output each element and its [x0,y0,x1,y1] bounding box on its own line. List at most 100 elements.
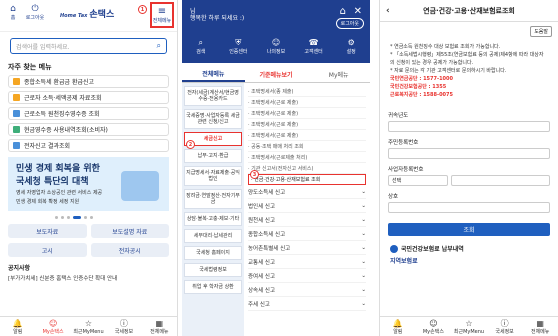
logout-button[interactable]: 로그아웃 [335,18,364,29]
menu-tabs: 전체메뉴 기준메뉴보기 My메뉴 [182,67,370,83]
submenu-item[interactable]: · 조택명세서(근로 제출) [248,108,366,119]
back-arrow-icon[interactable]: ‹ [386,6,390,16]
monitor-icon [13,142,20,149]
gear-icon: ⚙ [347,38,355,47]
submenu-group[interactable]: 상속세 신고 ⌄ [248,283,366,297]
quick-myinfo[interactable]: ☺ 나의정보 [257,38,295,55]
menu-category-list: 전자(세금)계산서/현금영수증·전용카드 국세증명·사업자등록 세금관련 신청/… [182,83,244,336]
person-icon: ☺ [429,319,438,328]
submenu-item[interactable]: · 조택명세서(근로 제출) [248,97,366,108]
nav-recent[interactable]: ☆ 최근MyMenu [451,317,487,336]
year-select[interactable] [388,121,550,132]
promo-banner[interactable]: 민생 경제 회복을 위한 국세청 특단의 대책 영세 자영업자 소상공인 관련 … [8,157,169,211]
faq-title: 자주 찾는 메뉴 [8,63,52,71]
submenu-group[interactable]: 법인세 신고 ⌄ [248,199,366,213]
quick-support[interactable]: ☎ 고객센터 [295,38,333,55]
category-item[interactable]: 상담·불복·고충·제보·기타 [184,212,242,226]
query-form: 귀속년도 주민등록번호 사업자등록번호 선택 상호 [380,101,558,217]
nav-my[interactable]: ☺ My손택스 [416,317,452,336]
receipt-icon [13,126,20,133]
faq-item[interactable]: 근로자 소득·세액공제 자료조회 [8,91,169,104]
chevron-down-icon: ⌄ [361,286,366,293]
submenu-item[interactable]: · 조택명세서(근로제출 처리) [248,152,366,163]
tab-my-menu[interactable]: My메뉴 [307,67,370,82]
nav-recent[interactable]: ☆ 최근MyMenu [71,317,106,336]
hometax-logo: Home Tax 손택스 [60,10,115,20]
faq-item[interactable]: 종합소득세 환급금 환급신고 [8,75,169,88]
submenu-group[interactable]: 주세 신고 ⌄ [248,297,366,311]
submenu-item-insurance-query[interactable]: · 연금·건강·고용·산재보험료 조회 [248,174,366,185]
category-item[interactable]: 장려금·연말정산·전자기부금 [184,189,242,209]
help-button[interactable]: 도움말 [530,26,552,37]
close-icon[interactable]: ✕ [354,6,362,17]
submenu-group[interactable]: 원천세 신고 ⌄ [248,213,366,227]
logout-button[interactable]: ⏻ 로그아웃 [24,4,46,21]
category-item[interactable]: 취업 후 학자금 상환 [184,280,242,294]
category-item[interactable]: 국세증명·사업자등록 세금관련 신청/신고 [184,109,242,129]
biz-number-field[interactable] [451,175,550,186]
nav-alarm[interactable]: 🔔 알림 [380,317,416,336]
submenu-group[interactable]: 증여세 신고 ⌄ [248,269,366,283]
faq-item[interactable]: 근로소득 원천징수영수증 조회 [8,107,169,120]
tab-basic-menu[interactable]: 기준메뉴보기 [245,67,308,82]
category-item[interactable]: 국세청 홈페이지 [184,246,242,260]
chevron-down-icon: ⌄ [361,300,366,307]
faq-item[interactable]: 전자신고 결과조회 [8,139,169,152]
submenu-item[interactable]: · 조택명세서(근로 제출) [248,119,366,130]
rrn-field[interactable] [388,148,550,159]
quick-settings[interactable]: ⚙ 설정 [332,38,370,55]
quick-cert[interactable]: ⛨ 인증센터 [220,38,258,55]
search-icon[interactable]: ⌕ [157,41,161,51]
submenu-item[interactable]: · 조택명세서(근로 제출) [248,130,366,141]
search-input[interactable]: 검색어를 입력하세요. ⌕ [10,38,167,54]
nav-my[interactable]: ☺ My손택스 [35,317,70,336]
step-marker-3: 3 [250,170,259,179]
bell-icon: 🔔 [12,319,23,328]
grid-icon: ▦ [155,319,164,328]
notice-button[interactable]: 고시 [8,243,87,257]
nav-alarm[interactable]: 🔔 알림 [0,317,35,336]
nav-allmenu[interactable]: ▦ 전체메뉴 [522,317,558,336]
power-icon: ⏻ [31,4,39,14]
nav-info[interactable]: ⓘ 국세정보 [106,317,141,336]
home-icon[interactable]: ⌂ [340,6,346,17]
company-label: 상호 [388,194,399,200]
submenu-group[interactable]: 양도소득세 신고 ⌄ [248,185,366,199]
quick-search[interactable]: ⌕ 검색 [182,38,220,55]
category-item[interactable]: 지급명세서·자료제출·공익법인 [184,166,242,186]
category-item[interactable]: 납부·고지·환급 [184,149,242,163]
submenu-group[interactable]: 종합소득세 신고 ⌄ [248,227,366,241]
submenu-item[interactable]: · 공동·조택 매매 처리 조회 [248,141,366,152]
chevron-down-icon: ⌄ [361,216,366,223]
bottom-nav: 🔔 알림 ☺ My손택스 ☆ 최근MyMenu ⓘ 국세정보 ▦ 전체메뉴 [0,316,177,336]
submenu-item[interactable]: · 기관 신고서(전자신고 서비스) [248,163,366,174]
biz-select[interactable]: 선택 [388,175,448,186]
notice-item[interactable]: [부가가치세] 신분증 홈택스 인증수단 확대 안내 [8,274,169,282]
category-item[interactable]: 세무대리·납세관리 [184,229,242,243]
query-button[interactable]: 조회 [388,223,550,236]
press-release-button[interactable]: 보도자료 [8,224,87,238]
home-button[interactable]: ⌂ 홈 [2,4,24,21]
nav-allmenu[interactable]: ▦ 전체메뉴 [142,317,177,336]
nav-info[interactable]: ⓘ 국세정보 [487,317,523,336]
chevron-down-icon: ⌄ [361,258,366,265]
chevron-down-icon: ⌄ [361,244,366,251]
submenu-item[interactable]: · 조택명세서(종 제출) [248,86,366,97]
faq-item[interactable]: 현금영수증 사용내역조회(소비자) [8,123,169,136]
submenu-group[interactable]: 농어촌특별세 신고 ⌄ [248,241,366,255]
hamburger-icon: ≡ [157,6,167,17]
disclosure-button[interactable]: 전자공시 [90,243,169,257]
submenu-list: · 조택명세서(종 제출) · 조택명세서(근로 제출) · 조택명세서(근로 … [244,83,370,336]
home-header: ⌂ 홈 ⏻ 로그아웃 Home Tax 손택스 1 ≡ 전체메뉴 [0,0,177,32]
all-menu-button[interactable]: ≡ 전체메뉴 [150,2,174,28]
menu-header: 님 행복한 하루 되세요 :) ⌂ ✕ 로그아웃 ⌕ 검색 ⛨ 인증센터 ☺ 나의정보… [182,0,370,63]
all-menu-screen: 님 행복한 하루 되세요 :) ⌂ ✕ 로그아웃 ⌕ 검색 ⛨ 인증센터 ☺ 나의정보… [182,0,370,336]
banner-pager[interactable] [55,216,177,219]
press-explanation-button[interactable]: 보도설명 자료 [90,224,169,238]
company-field[interactable] [388,202,550,213]
tab-all-menu[interactable]: 전체메뉴 [182,67,245,82]
category-item[interactable]: 국세법령정보 [184,263,242,277]
category-item[interactable]: 전자(세금)계산서/현금영수증·전용카드 [184,86,242,106]
home-screen: ⌂ 홈 ⏻ 로그아웃 Home Tax 손택스 1 ≡ 전체메뉴 검색어를 입력하세요.… [0,0,178,336]
submenu-group[interactable]: 교통세 신고 ⌄ [248,255,366,269]
